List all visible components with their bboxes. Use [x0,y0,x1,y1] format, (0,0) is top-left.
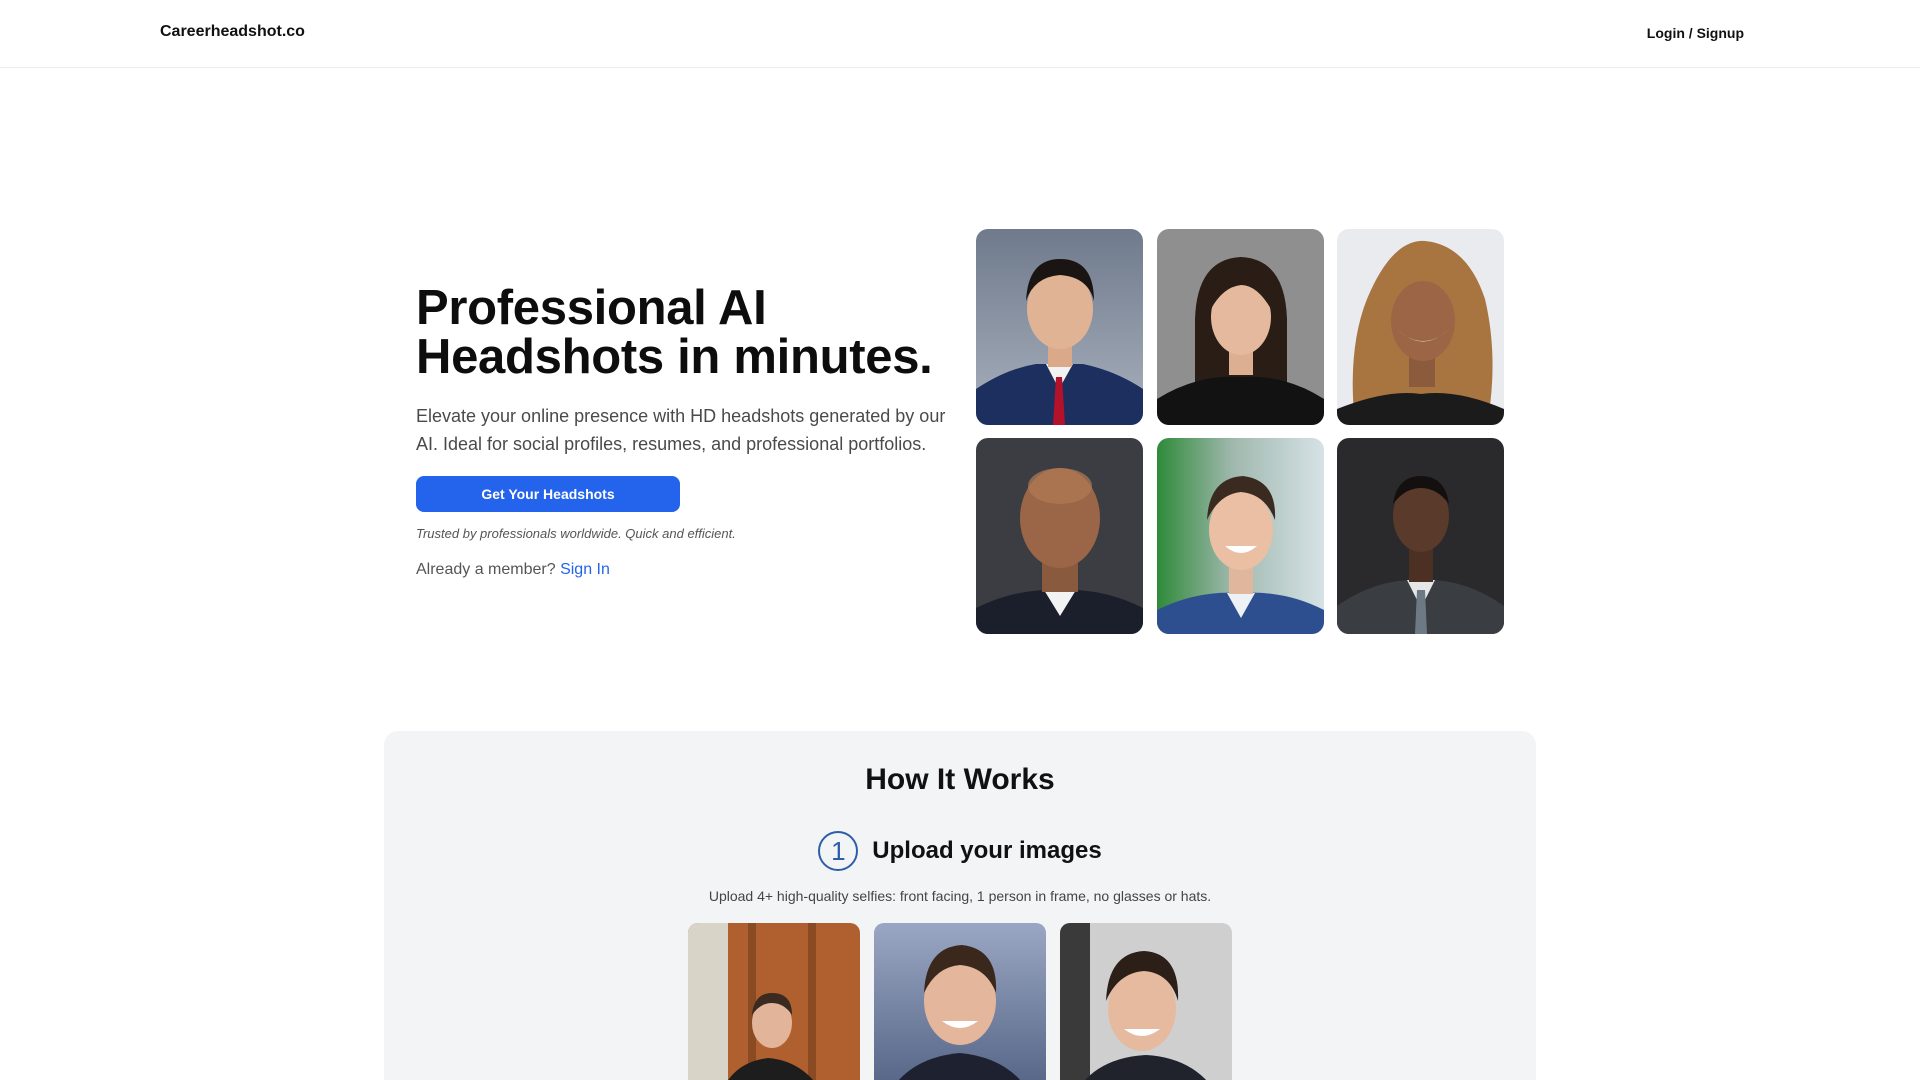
headshot-photo [976,229,1143,425]
step-number-badge: 1 [818,831,859,871]
how-it-works-title: How It Works [865,763,1055,796]
hero-title-line-1: Professional AI [416,281,767,335]
hero-section: Professional AI Headshots in minutes. El… [416,284,956,579]
headshot-photo [976,438,1143,634]
how-it-works-section: How It Works 1 Upload your images Upload… [384,731,1536,1080]
hero-title: Professional AI Headshots in minutes. [416,284,956,382]
headshot-photo [1156,438,1324,634]
headshot-photo [1337,229,1504,425]
brand-logo-text[interactable]: Careerheadshot.co [160,23,305,41]
headshot-photo [1337,438,1504,634]
sign-in-link[interactable]: Sign In [560,561,610,578]
sample-selfie-photo [874,923,1046,1080]
get-headshots-button[interactable]: Get Your Headshots [416,476,680,512]
login-signup-link[interactable]: Login / Signup [1647,25,1744,41]
trusted-tagline: Trusted by professionals worldwide. Quic… [416,526,736,541]
sample-selfie-photo [688,923,860,1080]
top-navbar: Careerheadshot.co Login / Signup [0,0,1920,68]
step-description: Upload 4+ high-quality selfies: front fa… [708,888,1212,904]
member-prompt: Already a member? Sign In [416,561,956,579]
hero-subtitle: Elevate your online presence with HD hea… [416,406,946,454]
hero-title-line-2: Headshots in minutes. [416,330,933,384]
step-header: 1 Upload your images [384,831,1536,871]
headshot-gallery [976,229,1504,635]
headshot-photo [1156,229,1324,425]
step-title: Upload your images [872,837,1102,864]
member-prompt-text: Already a member? [416,561,556,578]
sample-selfie-photo [1060,923,1232,1080]
sample-uploads [688,923,1232,1080]
